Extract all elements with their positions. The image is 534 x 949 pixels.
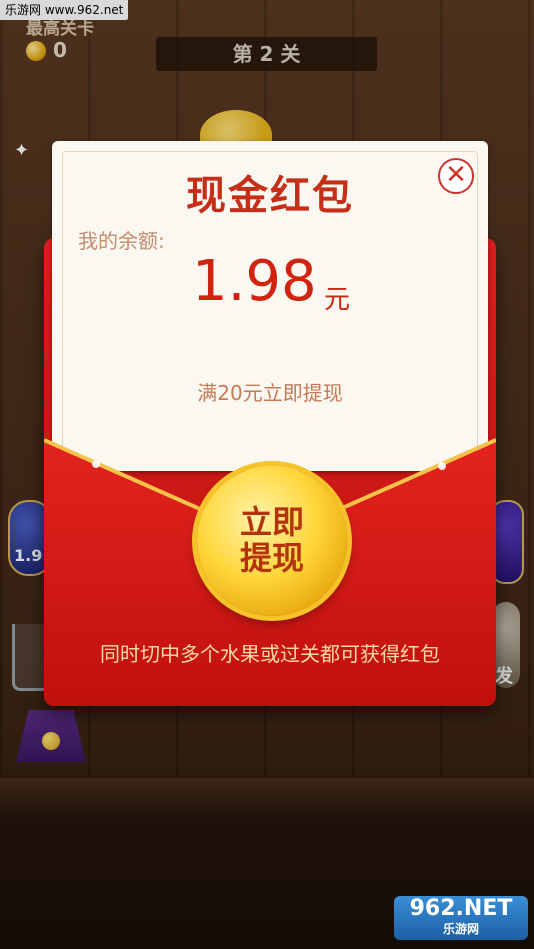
withdraw-button[interactable]: 立即 提现: [197, 466, 347, 616]
balance-label: 我的余额:: [78, 229, 165, 253]
watermark-sub: 乐游网: [442, 922, 479, 936]
balance-unit: 元: [324, 285, 351, 315]
watermark-brand: 962.NET: [409, 896, 513, 921]
withdraw-threshold-text: 满20元立即提现: [197, 381, 343, 405]
red-packet-card: 现金红包 ✕ 我的余额: 1.98 元 满20元立即提现: [52, 141, 488, 471]
watermark-bottom: 962.NET 乐游网: [394, 896, 528, 940]
reward-hint-text: 同时切中多个水果或过关都可获得红包: [100, 642, 440, 666]
balance-value: 1.98: [192, 249, 317, 314]
withdraw-label-line1: 立即: [239, 503, 304, 541]
close-button[interactable]: ✕: [438, 158, 474, 194]
withdraw-button-label: 立即 提现: [197, 504, 347, 576]
withdraw-label-line2: 提现: [239, 539, 304, 577]
red-packet-title: 现金红包: [186, 173, 354, 219]
